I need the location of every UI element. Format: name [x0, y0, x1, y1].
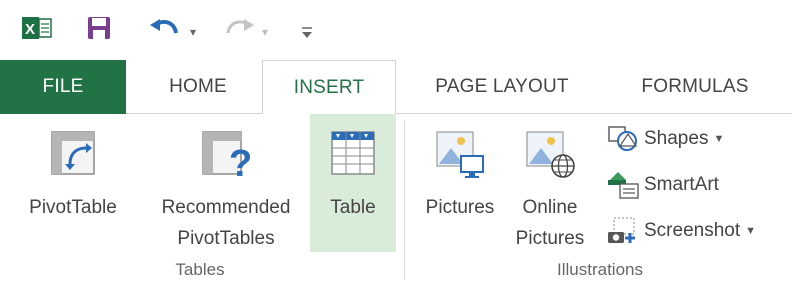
smartart-label: SmartArt — [644, 174, 719, 195]
excel-logo-icon: X — [22, 14, 52, 42]
redo-icon[interactable] — [222, 14, 256, 42]
group-label-illustrations: Illustrations — [557, 260, 643, 279]
pictures-button[interactable]: Pictures — [416, 114, 504, 223]
undo-icon[interactable] — [148, 14, 182, 42]
quick-access-toolbar: X ▾ ▾ — [0, 0, 792, 56]
undo-dropdown-icon[interactable]: ▾ — [190, 18, 196, 46]
online-pictures-label-line2: Pictures — [515, 228, 585, 249]
online-pictures-label-line1: Online — [522, 197, 578, 218]
pictures-label: Pictures — [425, 197, 495, 218]
shapes-dropdown-icon: ▼ — [713, 133, 725, 145]
ribbon-tabs: FILE HOME INSERT PAGE LAYOUT FORMULAS — [0, 60, 792, 115]
tab-page-layout[interactable]: PAGE LAYOUT — [412, 60, 592, 114]
group-label-tables: Tables — [175, 260, 225, 279]
table-label: Table — [330, 197, 376, 218]
tab-file[interactable]: FILE — [0, 60, 126, 114]
shapes-label: Shapes — [644, 128, 709, 149]
recommended-pivottables-label-line1: Recommended — [161, 197, 291, 218]
table-icon — [326, 128, 380, 182]
redo-dropdown-icon: ▾ — [262, 25, 269, 39]
svg-text:X: X — [25, 21, 35, 38]
save-icon[interactable] — [86, 14, 112, 42]
recommended-pivottables-icon: ? — [199, 128, 253, 185]
pivottable-label: PivotTable — [29, 197, 117, 218]
smartart-icon — [606, 170, 640, 200]
ribbon-insert: PivotTable ? Recommended PivotTables Tab… — [0, 114, 792, 288]
group-separator — [404, 120, 405, 280]
tab-insert[interactable]: INSERT — [262, 60, 396, 115]
online-pictures-button[interactable]: Online Pictures — [506, 114, 594, 254]
pictures-icon — [433, 128, 487, 182]
smartart-button[interactable]: SmartArt — [606, 170, 719, 200]
customize-toolbar-icon[interactable] — [300, 18, 314, 46]
shapes-button[interactable]: Shapes ▼ — [606, 124, 724, 154]
shapes-icon — [606, 124, 640, 154]
tab-formulas[interactable]: FORMULAS — [614, 60, 776, 114]
screenshot-dropdown-icon: ▼ — [745, 225, 757, 237]
tab-home[interactable]: HOME — [140, 60, 256, 114]
recommended-pivottables-label-line2: PivotTables — [177, 228, 275, 249]
online-pictures-icon — [523, 128, 577, 182]
table-button[interactable]: Table — [310, 114, 396, 252]
screenshot-button[interactable]: Screenshot ▼ — [606, 216, 756, 246]
svg-text:?: ? — [229, 143, 252, 182]
screenshot-icon — [606, 216, 640, 246]
pivottable-icon — [46, 128, 100, 182]
recommended-pivottables-button[interactable]: ? Recommended PivotTables — [138, 114, 314, 254]
screenshot-label: Screenshot — [644, 220, 741, 241]
pivottable-button[interactable]: PivotTable — [12, 114, 134, 223]
